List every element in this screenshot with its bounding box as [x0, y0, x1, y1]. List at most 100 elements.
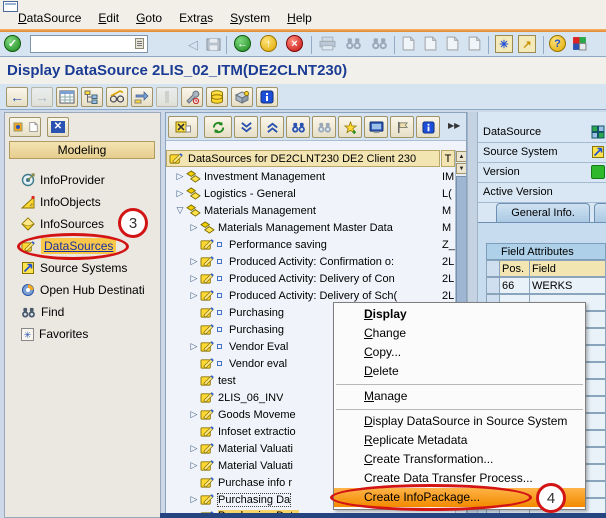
expander-icon[interactable]: ▷ — [188, 273, 200, 284]
close-tree-button[interactable] — [168, 116, 198, 138]
create-shortcut-icon[interactable]: ↗ — [518, 35, 536, 53]
enter-button[interactable]: ✓ — [4, 35, 21, 52]
expander-icon[interactable]: ▷ — [188, 290, 200, 301]
tab-general-info[interactable]: General Info. — [496, 203, 590, 223]
expander-icon[interactable]: ▽ — [174, 205, 186, 216]
favorites-add-button[interactable] — [338, 116, 362, 138]
last-page-icon[interactable] — [468, 36, 481, 51]
menu-item-copy[interactable]: Copy... — [334, 343, 585, 362]
expander-icon[interactable]: ▷ — [188, 341, 200, 352]
first-page-icon[interactable] — [402, 36, 415, 51]
back-icon: ← — [234, 35, 251, 52]
cancel-button[interactable]: × — [286, 35, 303, 52]
menu-datasource[interactable]: DataSource — [18, 11, 81, 25]
save-icon[interactable] — [206, 37, 221, 52]
print-icon[interactable] — [319, 36, 336, 51]
row-selector[interactable] — [486, 277, 500, 294]
expander-icon[interactable]: ▷ — [188, 222, 200, 233]
tree-row[interactable]: ▷Logistics - GeneralL( — [166, 185, 455, 202]
status-square-icon — [217, 242, 222, 247]
expander-icon[interactable]: ▷ — [174, 171, 186, 182]
new-session-icon[interactable]: ✳ — [495, 35, 513, 53]
command-field[interactable] — [30, 35, 148, 53]
sidebar-item-find[interactable]: Find — [11, 301, 159, 323]
expand-all-button[interactable] — [234, 116, 258, 138]
expander-icon[interactable]: ▷ — [188, 460, 200, 471]
tech-name-column-header[interactable]: T — [441, 150, 455, 167]
menu-goto[interactable]: Goto — [136, 11, 162, 25]
tree-row[interactable]: ▷Produced Activity: Delivery of Con2L — [166, 270, 455, 287]
tree-row-tech: IM — [442, 171, 454, 183]
menu-item-create-transformation[interactable]: Create Transformation... — [334, 450, 585, 469]
menu-help[interactable]: Help — [287, 11, 312, 25]
table-view-button[interactable] — [56, 87, 78, 107]
tree-row-label: Produced Activity: Delivery of Sch( — [229, 290, 397, 302]
component-icon — [186, 187, 201, 200]
back-button[interactable]: ← — [234, 35, 251, 52]
tab-next-partial[interactable] — [594, 203, 606, 223]
scroll-down-icon[interactable]: ▼ — [456, 163, 467, 174]
datasource-icon — [200, 255, 215, 268]
back-nav-button[interactable]: ← — [6, 87, 28, 107]
close-panel-button[interactable]: ✕ — [47, 117, 69, 137]
exit-button[interactable]: ↑ — [260, 35, 277, 52]
sidebar-item-source-systems[interactable]: Source Systems — [11, 257, 159, 279]
menu-edit[interactable]: Edit — [98, 11, 119, 25]
menu-extras[interactable]: Extras — [179, 11, 213, 25]
menu-item-manage[interactable]: Manage — [334, 387, 585, 406]
tree-row[interactable]: ▷Produced Activity: Confirmation o:2L — [166, 253, 455, 270]
workbench-button[interactable] — [9, 117, 41, 137]
monitor-button[interactable] — [364, 116, 388, 138]
transfer-button[interactable] — [131, 87, 153, 107]
tree-root-row[interactable]: DataSources for DE2CLNT230 DE2 Client 23… — [166, 150, 440, 167]
field-column-header[interactable]: Field — [530, 260, 606, 277]
menu-item-delete[interactable]: Delete — [334, 362, 585, 381]
sidebar-item-open-hub[interactable]: Open Hub Destinati — [11, 279, 159, 301]
monitor-icon — [369, 121, 384, 134]
scroll-up-icon[interactable]: ▲ — [456, 151, 467, 162]
tree-row[interactable]: ▽Materials ManagementM — [166, 202, 455, 219]
menu-system[interactable]: System — [230, 11, 270, 25]
tools-button[interactable] — [231, 87, 253, 107]
tree-row[interactable]: ▷Investment ManagementIM — [166, 168, 455, 185]
field-table-row[interactable]: 66 WERKS — [486, 277, 606, 294]
collapse-all-button[interactable] — [260, 116, 284, 138]
expander-icon[interactable]: ▷ — [188, 443, 200, 454]
tree-row[interactable]: ▷Materials Management Master DataM — [166, 219, 455, 236]
database-button[interactable] — [206, 87, 228, 107]
expander-icon[interactable]: ▷ — [188, 256, 200, 267]
info-button[interactable] — [256, 87, 278, 107]
tree-row[interactable]: Performance savingZ_ — [166, 236, 455, 253]
expander-icon[interactable]: ▷ — [188, 409, 200, 420]
command-list-icon[interactable] — [135, 38, 144, 49]
tree-info-button[interactable] — [416, 116, 440, 138]
tree-find-next-button[interactable] — [312, 116, 336, 138]
find-next-icon[interactable] — [371, 36, 388, 51]
customize-layout-icon[interactable] — [572, 36, 587, 51]
sidebar-item-favorites[interactable]: ✳ Favorites — [11, 323, 159, 345]
row-selector-header[interactable] — [486, 260, 500, 277]
sidebar-item-infoprovider[interactable]: InfoProvider — [11, 169, 159, 191]
menu-item-display-in-source-system[interactable]: Display DataSource in Source System — [334, 412, 585, 431]
help-icon: ? — [549, 35, 566, 52]
refresh-tree-button[interactable] — [204, 116, 232, 138]
pos-column-header[interactable]: Pos. — [500, 260, 530, 277]
find-icon[interactable] — [345, 36, 362, 51]
hierarchy-button[interactable] — [81, 87, 103, 107]
maintenance-button[interactable] — [181, 87, 203, 107]
modeling-header[interactable]: Modeling — [9, 141, 155, 159]
display-change-button[interactable] — [106, 87, 128, 107]
help-button[interactable]: ? — [549, 35, 566, 52]
tree-find-button[interactable] — [286, 116, 310, 138]
menu-item-replicate-metadata[interactable]: Replicate Metadata — [334, 431, 585, 450]
previous-page-icon[interactable] — [424, 36, 437, 51]
expander-icon[interactable]: ▷ — [174, 188, 186, 199]
expander-icon[interactable]: ▷ — [188, 494, 200, 505]
toolbar-overflow-icon[interactable]: ▶▶ — [448, 121, 460, 130]
forward-nav-button[interactable]: → — [31, 87, 53, 107]
next-page-icon[interactable] — [446, 36, 459, 51]
disabled-tool-button[interactable] — [156, 87, 178, 107]
menu-item-display[interactable]: Display — [334, 305, 585, 324]
flag-button[interactable] — [390, 116, 414, 138]
menu-item-change[interactable]: Change — [334, 324, 585, 343]
